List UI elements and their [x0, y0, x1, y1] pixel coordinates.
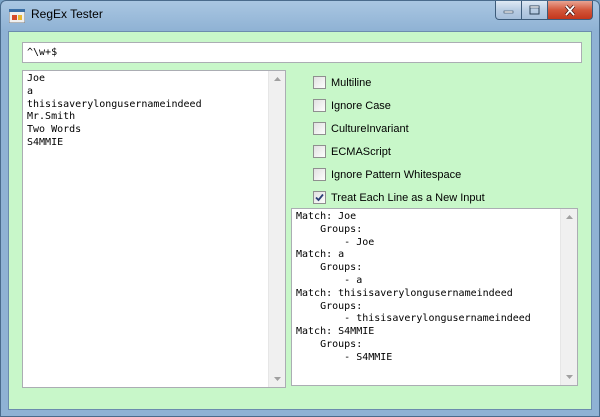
output-line: - Joe	[296, 236, 375, 248]
input-textbox[interactable]: Joe a thisisaverylongusernameindeed Mr.Smit…	[22, 70, 286, 388]
output-line: - S4MMIE	[296, 351, 393, 363]
scroll-up-button[interactable]	[561, 209, 577, 225]
input-text-content[interactable]: Joe a thisisaverylongusernameindeed Mr.Smit…	[27, 73, 267, 150]
option-label: Ignore Pattern Whitespace	[331, 168, 462, 181]
output-line: Groups:	[296, 223, 363, 235]
scroll-up-icon	[273, 77, 281, 81]
title-bar[interactable]: RegEx Tester	[1, 1, 599, 31]
maximize-button[interactable]	[522, 1, 548, 20]
close-icon	[564, 4, 576, 16]
scroll-up-icon	[565, 215, 573, 219]
client-area: JoeathisisaverylongusernameindeedMr.Smit…	[8, 31, 592, 410]
input-line: Mr.Smith	[27, 111, 76, 123]
checkbox[interactable]	[313, 191, 326, 204]
option-cultureinvariant[interactable]: CultureInvariant	[313, 117, 485, 140]
output-textbox[interactable]: Match: Joe Groups: - Joe Match: a Groups:…	[291, 208, 578, 386]
window-title: RegEx Tester	[31, 7, 103, 21]
minimize-button[interactable]	[495, 1, 522, 20]
output-line: Groups:	[296, 262, 363, 274]
option-ignore-case[interactable]: Ignore Case	[313, 94, 485, 117]
option-treat-each-line-as-a-new-input[interactable]: Treat Each Line as a New Input	[313, 186, 485, 209]
options-group: Multiline Ignore Case CultureInvariant ECMA…	[313, 71, 485, 209]
option-multiline[interactable]: Multiline	[313, 71, 485, 94]
input-line: Joe	[27, 73, 46, 84]
output-text-content[interactable]: Match: Joe Groups: - Joe Match: a Groups:…	[296, 211, 559, 365]
output-line: Groups:	[296, 300, 363, 312]
checkbox[interactable]	[313, 145, 326, 158]
output-line: Match: thisisaverylongusernameindeed	[296, 287, 513, 299]
option-ecmascript[interactable]: ECMAScript	[313, 140, 485, 163]
option-label: ECMAScript	[331, 145, 391, 158]
checkbox[interactable]	[313, 168, 326, 181]
app-icon	[9, 9, 25, 23]
checkmark-icon	[315, 193, 324, 202]
option-ignore-pattern-whitespace[interactable]: Ignore Pattern Whitespace	[313, 163, 485, 186]
output-line: Match: Joe	[296, 211, 357, 222]
scroll-down-button[interactable]	[561, 369, 577, 385]
checkbox[interactable]	[313, 122, 326, 135]
scroll-down-icon	[273, 377, 281, 381]
input-line: S4MMIE	[27, 136, 64, 148]
scroll-down-icon	[565, 375, 573, 379]
main-window: RegEx Tester Jo	[0, 0, 600, 417]
option-label: CultureInvariant	[331, 122, 409, 135]
output-line: Match: S4MMIE	[296, 326, 375, 338]
option-label: Ignore Case	[331, 99, 391, 112]
input-line: Two Words	[27, 124, 82, 136]
regex-pattern-input[interactable]	[22, 42, 582, 63]
output-line: Groups:	[296, 338, 363, 350]
output-line: - a	[296, 274, 363, 286]
scroll-up-button[interactable]	[269, 71, 285, 87]
checkbox[interactable]	[313, 99, 326, 112]
output-line: - thisisaverylongusernameindeed	[296, 313, 531, 325]
input-line: a	[27, 85, 34, 97]
input-line: thisisaverylongusernameindeed	[27, 98, 202, 110]
option-label: Treat Each Line as a New Input	[331, 191, 485, 204]
scroll-down-button[interactable]	[269, 371, 285, 387]
maximize-icon	[529, 5, 540, 15]
close-button[interactable]	[548, 1, 593, 20]
output-scrollbar[interactable]	[560, 209, 577, 385]
input-scrollbar[interactable]	[268, 71, 285, 387]
option-label: Multiline	[331, 76, 372, 89]
minimize-icon	[503, 10, 514, 14]
checkbox[interactable]	[313, 76, 326, 89]
output-line: Match: a	[296, 249, 345, 261]
